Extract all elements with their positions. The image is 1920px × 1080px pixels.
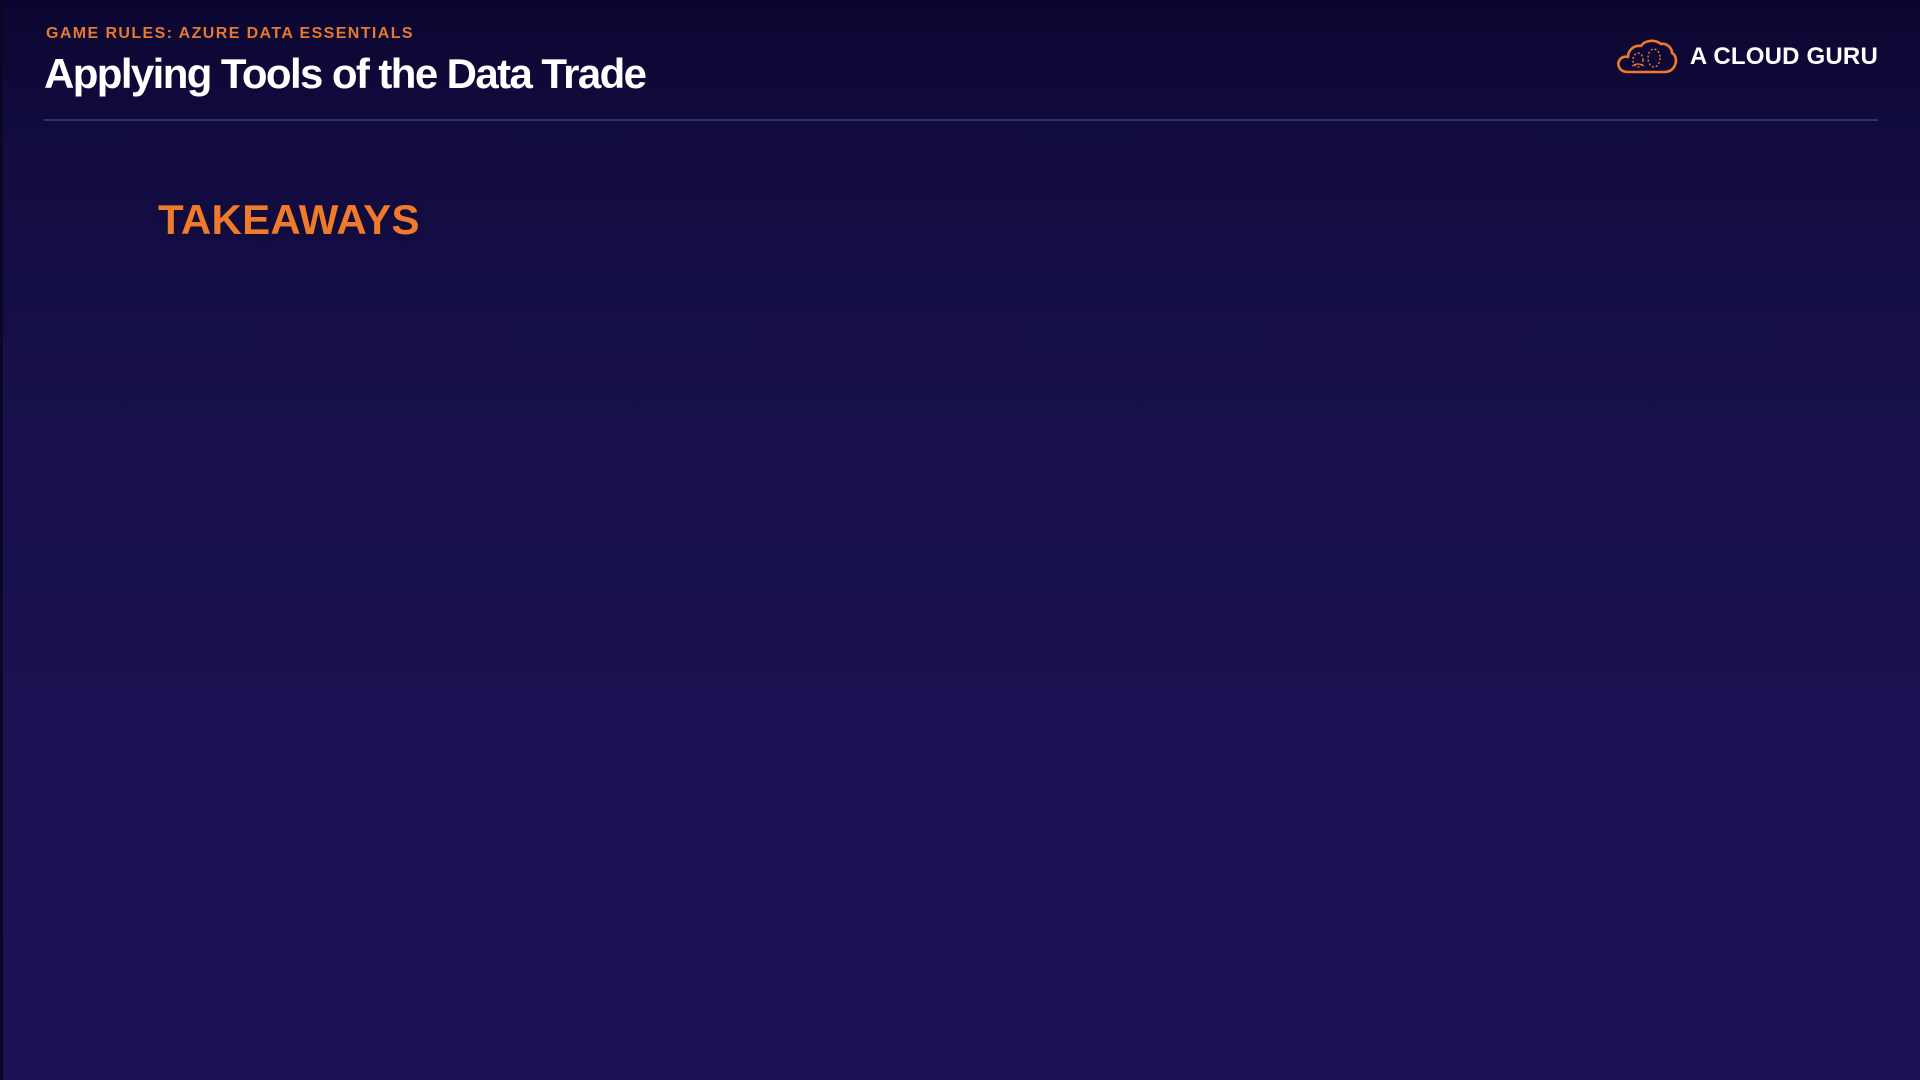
course-kicker: GAME RULES: AZURE DATA ESSENTIALS: [46, 25, 414, 42]
slide-header: GAME RULES: AZURE DATA ESSENTIALS Applyi…: [44, 0, 1878, 122]
brand-name: A CLOUD GURU: [1689, 43, 1878, 70]
cloud-logo-icon: [1616, 39, 1678, 74]
takeaways-heading: TAKEAWAYS: [158, 196, 420, 243]
header-divider: [44, 119, 1878, 121]
brand-logo-group: A CLOUD GURU: [1614, 36, 1878, 78]
left-edge-border: [0, 0, 3, 1080]
slide-title: Applying Tools of the Data Trade: [44, 50, 647, 97]
